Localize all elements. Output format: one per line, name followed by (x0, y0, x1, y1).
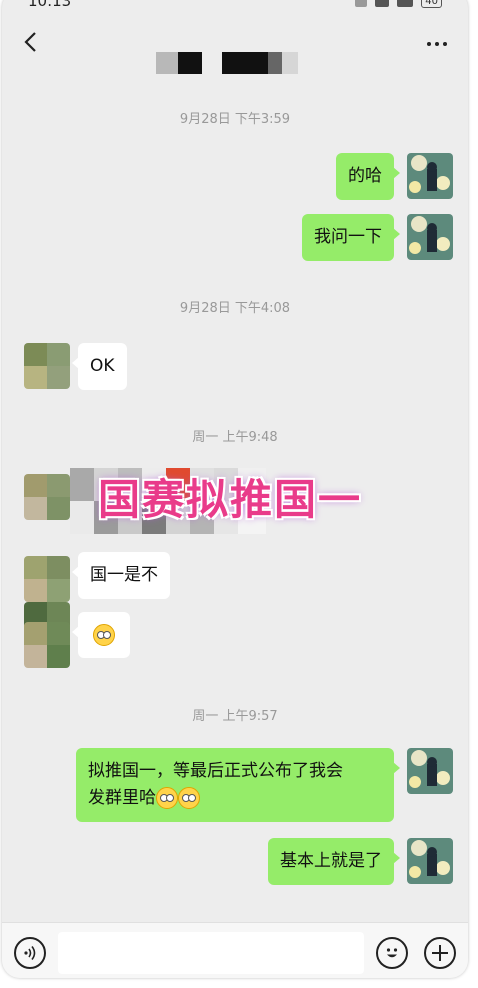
sly-emoji-icon (156, 787, 178, 809)
more-actions-button[interactable] (424, 937, 456, 969)
moon-icon (355, 0, 368, 7)
more-options-button[interactable] (422, 32, 452, 56)
message-bubble-sent[interactable]: 的哈 (336, 153, 400, 200)
my-avatar[interactable] (407, 748, 453, 794)
message-bubble-sent[interactable]: 拟推国一，等最后正式公布了我会 发群里哈 (76, 748, 400, 822)
my-avatar[interactable] (407, 214, 453, 260)
chat-screen: 10:13 40 9月28日 下午3:59 的哈 我问一下 9月28日 下午4:… (2, 0, 468, 978)
emoji-button[interactable] (376, 937, 408, 969)
message-text-line: 发群里哈 (88, 785, 382, 812)
message-bubble-received[interactable] (72, 612, 130, 658)
overlay-caption: 国赛拟推国一 (98, 475, 363, 524)
voice-icon (24, 946, 36, 960)
ellipsis-icon (427, 42, 431, 46)
input-bar (2, 922, 468, 978)
battery-icon: 40 (421, 0, 442, 8)
phone-frame: 10:13 40 9月28日 下午3:59 的哈 我问一下 9月28日 下午4:… (0, 0, 478, 988)
contact-avatar-blurred[interactable] (24, 556, 70, 602)
smiley-icon (386, 948, 398, 958)
status-icons: 40 (355, 0, 442, 8)
message-bubble-received[interactable]: 国一是不 (72, 552, 170, 599)
grin-emoji-icon (93, 624, 115, 646)
message-input[interactable] (58, 932, 364, 974)
contact-avatar-blurred[interactable] (24, 474, 70, 520)
avatar-image (407, 748, 453, 794)
chat-title-blurred (156, 52, 312, 74)
avatar-image (407, 153, 453, 199)
status-time: 10:13 (28, 0, 72, 10)
contact-avatar-blurred[interactable] (24, 343, 70, 389)
plus-icon (432, 945, 448, 961)
timestamp: 9月28日 下午4:08 (179, 301, 291, 316)
chevron-left-icon (24, 32, 36, 52)
avatar-image (407, 214, 453, 260)
voice-input-button[interactable] (14, 937, 46, 969)
sly-emoji-icon (178, 787, 200, 809)
back-button[interactable] (16, 28, 44, 56)
message-bubble-sent[interactable]: 基本上就是了 (268, 838, 400, 885)
signal-icon (375, 0, 390, 7)
timestamp: 9月28日 下午3:59 (179, 112, 291, 127)
status-bar: 10:13 40 (2, 0, 468, 14)
wifi-icon (397, 0, 414, 7)
message-text-line: 拟推国一，等最后正式公布了我会 (88, 761, 343, 781)
message-bubble-received[interactable]: OK (72, 343, 127, 390)
message-text: 发群里哈 (88, 788, 156, 808)
timestamp: 周一 上午9:48 (192, 430, 278, 445)
avatar-image (407, 838, 453, 884)
message-bubble-sent[interactable]: 我问一下 (302, 214, 400, 261)
contact-avatar-blurred (24, 622, 70, 668)
nav-bar (2, 14, 468, 74)
my-avatar[interactable] (407, 838, 453, 884)
timestamp: 周一 上午9:57 (192, 709, 278, 724)
my-avatar[interactable] (407, 153, 453, 199)
